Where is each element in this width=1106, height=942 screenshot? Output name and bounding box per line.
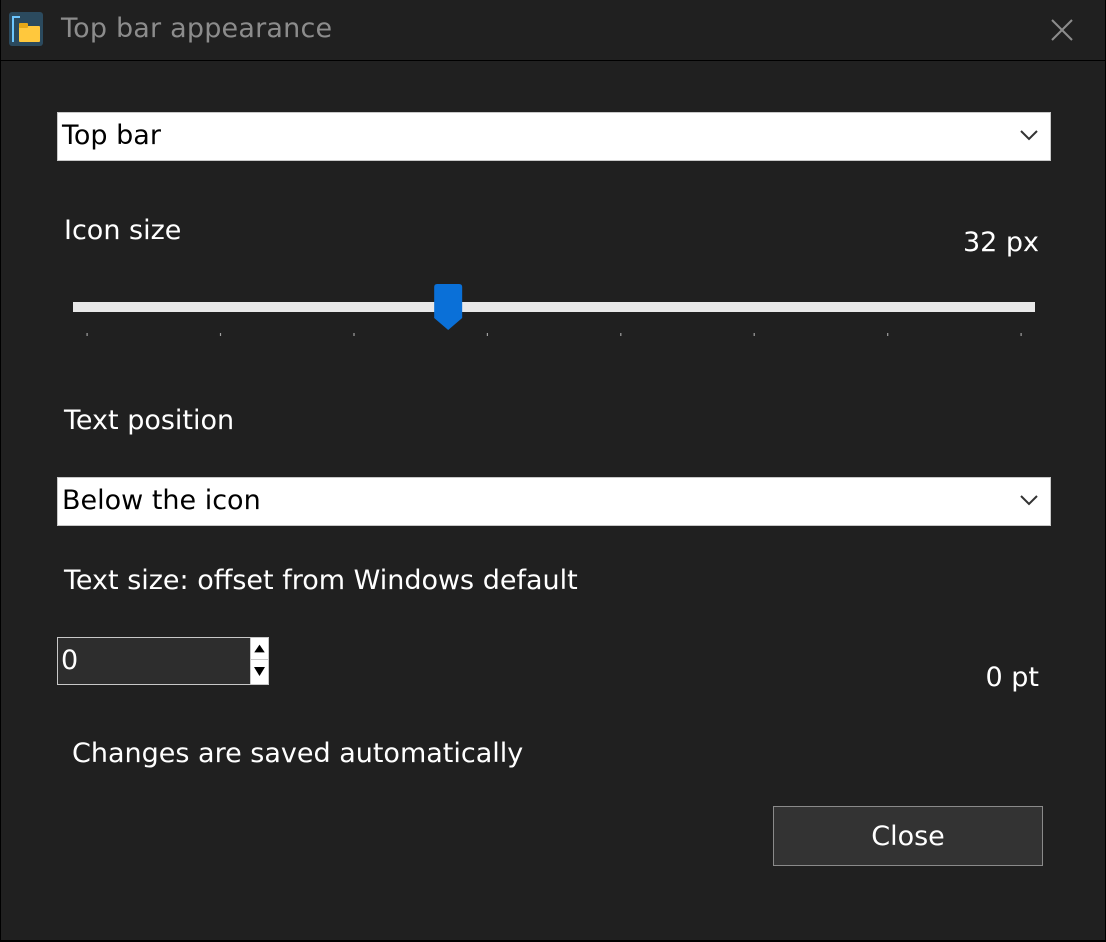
text-position-value: Below the icon	[62, 485, 261, 516]
arrow-up-icon[interactable]	[251, 638, 268, 660]
text-size-value: 0 pt	[985, 662, 1040, 693]
chevron-down-icon	[1020, 495, 1038, 506]
text-size-label: Text size: offset from Windows default	[64, 565, 578, 596]
bar-select-value: Top bar	[62, 120, 161, 151]
close-icon[interactable]	[1044, 12, 1080, 48]
slider-tick	[887, 333, 889, 336]
window-title: Top bar appearance	[61, 13, 333, 44]
icon-size-slider[interactable]	[71, 281, 1037, 341]
slider-thumb	[434, 284, 463, 330]
title-bar[interactable]: Top bar appearance	[1, 0, 1105, 60]
slider-tick	[753, 333, 755, 336]
arrow-down-icon[interactable]	[251, 661, 268, 683]
slider-tick	[219, 333, 222, 336]
text-position-label: Text position	[64, 405, 235, 436]
slider-tick	[486, 333, 488, 336]
close-button[interactable]: Close	[773, 806, 1043, 866]
slider-tick	[86, 333, 88, 336]
slider-track	[73, 302, 1035, 312]
text-size-input-value[interactable]: 0	[61, 645, 78, 676]
dialog-window: Top bar appearance Top bar Icon size 32 …	[0, 0, 1106, 942]
text-position-dropdown[interactable]: Below the icon	[57, 477, 1051, 526]
bar-select-dropdown[interactable]: Top bar	[57, 112, 1051, 161]
chevron-down-icon	[1020, 130, 1038, 141]
slider-tick	[1020, 333, 1022, 336]
text-size-stepper[interactable]: 0	[57, 637, 269, 685]
auto-save-note: Changes are saved automatically	[72, 738, 524, 769]
slider-tick	[620, 333, 622, 336]
icon-size-value: 32 px	[962, 227, 1039, 258]
slider-tick	[353, 333, 355, 336]
file-explorer-icon	[9, 12, 43, 46]
slider-ticks	[86, 333, 1022, 336]
dialog-content: Top bar Icon size 32 px Text position Be…	[1, 60, 1105, 940]
icon-size-label: Icon size	[64, 215, 182, 246]
stepper-buttons	[250, 638, 268, 684]
